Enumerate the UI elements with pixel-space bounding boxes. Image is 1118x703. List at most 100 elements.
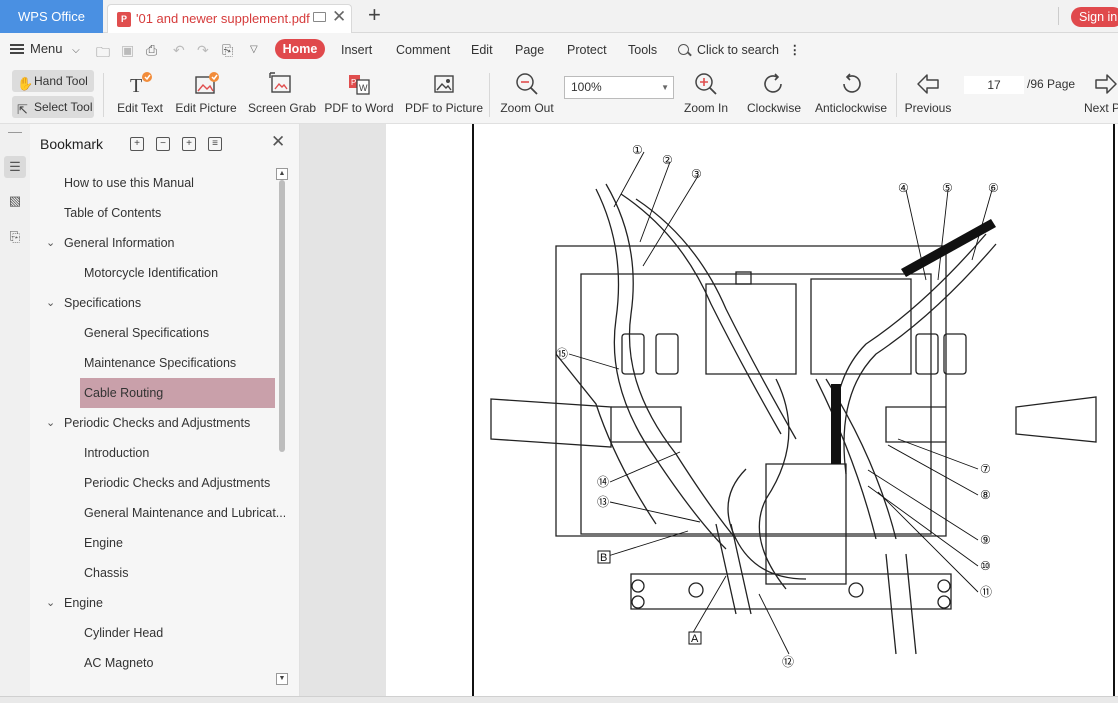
scrollbar[interactable]: ▲ ▼ [276,168,288,688]
bookmark-item[interactable]: AC Magneto [30,648,285,678]
svg-text:⑨: ⑨ [980,533,991,547]
bookmark-item-label: General Specifications [84,326,210,340]
main-menu-button[interactable]: Menu ⌵ [10,41,80,56]
scroll-down-icon[interactable]: ▼ [276,673,288,685]
save-icon[interactable]: ▣ [121,42,134,59]
bookmark-item-label: Periodic Checks and Adjustments [64,416,251,430]
edit-text-button[interactable]: T Edit Text [116,67,164,124]
cursor-icon: ⇱ [17,102,28,117]
bookmark-item[interactable]: ⌄ Periodic Checks and Adjustments [30,408,285,438]
hand-icon: ✋ [17,76,34,91]
bookmark-item[interactable]: ⌄ Specifications [30,288,285,318]
bookmark-item[interactable]: General Specifications [30,318,285,348]
bookmark-item[interactable]: Motorcycle Identification [30,258,285,288]
arrow-left-icon [904,67,952,101]
expand-all-icon[interactable]: + [130,137,144,151]
undo-icon[interactable]: ↶ [173,42,185,59]
bookmark-item-label: Periodic Checks and Adjustments [84,476,271,490]
bookmark-item[interactable]: Chassis [30,558,285,588]
bookmark-panel-icon[interactable]: ☰ [4,156,26,178]
tab-tools[interactable]: Tools [628,43,657,57]
bookmark-item[interactable]: Periodic Checks and Adjustments [30,468,285,498]
bookmark-item[interactable]: Cylinder Head [30,618,285,648]
pdf-to-picture-button[interactable]: PDF to Picture [405,67,483,124]
bookmark-item[interactable]: ⌄ General Information [30,228,285,258]
monitor-icon[interactable] [313,12,326,22]
tab-page[interactable]: Page [515,43,544,57]
pdf-page[interactable]: ① ② ③ ④ ⑤ ⑥ ⑦ ⑧ ⑨ ⑩ ⑪ ⑫ ⑬ ⑭ ⑮ B A [386,124,1118,696]
bookmark-tools: + − + ≡ [130,135,234,151]
document-tab[interactable]: P '01 and newer supplement.pdf ✕ [107,4,352,33]
rotate-anticlockwise-button[interactable]: Anticlockwise [813,67,889,124]
zoom-out-icon [498,67,556,101]
chevron-down-icon[interactable]: ⌄ [46,288,55,318]
svg-text:⑬: ⑬ [597,495,609,509]
open-folder-icon[interactable]: 🗀 [96,42,110,66]
redo-icon[interactable]: ↷ [197,42,209,59]
hamburger-icon [10,44,24,54]
close-tab-icon[interactable]: ✕ [332,7,346,27]
screen-grab-label: Screen Grab [248,101,317,115]
zoom-in-button[interactable]: Zoom In [682,67,730,124]
bookmark-item-label: Specifications [64,296,142,310]
scrollbar-thumb[interactable] [279,180,285,452]
tab-edit[interactable]: Edit [471,43,493,57]
next-page-button[interactable]: Next Pa [1082,67,1118,124]
more-options-icon[interactable]: ⋮ [788,43,801,57]
new-tab-button[interactable]: + [368,2,381,28]
bookmark-item-label: Cable Routing [84,386,164,400]
document-tab-title: '01 and newer supplement.pdf [136,11,310,26]
screen-grab-icon [248,67,314,101]
previous-label: Previous [904,101,952,115]
bookmark-item[interactable]: Engine [30,528,285,558]
more-quick-icon[interactable]: ▽ [250,44,258,55]
tab-comment[interactable]: Comment [396,43,450,57]
bookmark-item[interactable]: Cable Routing [80,378,275,408]
bookmark-item[interactable]: How to use this Manual [30,168,285,198]
bookmark-properties-icon[interactable]: ≡ [208,137,222,151]
bookmark-item[interactable]: Maintenance Specifications [30,348,285,378]
export-icon[interactable]: ⎘ [222,42,233,59]
bookmark-item-label: Engine [84,536,123,550]
sign-in-button[interactable]: Sign in [1071,7,1118,27]
anticlockwise-label: Anticlockwise [814,101,888,115]
search-button[interactable]: Click to search ⋮ [678,42,801,57]
thumbnail-panel-icon[interactable]: ▧ [4,190,26,212]
bookmark-item-label: General Information [64,236,175,250]
bookmark-item[interactable]: Introduction [30,438,285,468]
bookmark-item[interactable]: General Maintenance and Lubricat... [30,498,285,528]
scroll-up-icon[interactable]: ▲ [276,168,288,180]
edit-picture-button[interactable]: Edit Picture [175,67,237,124]
print-icon[interactable]: ⎙ [146,42,157,59]
page-number-input[interactable]: 17 [964,76,1024,94]
bookmark-item[interactable]: Table of Contents [30,198,285,228]
side-panel-strip: ☰ ▧ ⎘ [0,124,30,703]
status-bar [0,696,1118,703]
annotation-panel-icon[interactable]: ⎘ [4,226,26,248]
tab-insert[interactable]: Insert [341,43,372,57]
screen-grab-button[interactable]: Screen Grab [248,67,317,124]
chevron-down-icon[interactable]: ⌄ [46,408,55,438]
bookmark-item[interactable]: ⌄ Engine [30,588,285,618]
close-panel-icon[interactable]: ✕ [271,132,285,152]
document-canvas[interactable]: ① ② ③ ④ ⑤ ⑥ ⑦ ⑧ ⑨ ⑩ ⑪ ⑫ ⑬ ⑭ ⑮ B A [300,124,1118,696]
tab-protect[interactable]: Protect [567,43,607,57]
pdf-to-word-button[interactable]: PW PDF to Word [324,67,394,124]
bookmark-item-label: Engine [64,596,103,610]
select-tool-button[interactable]: ⇱ Select Tool [12,96,94,118]
app-tab[interactable]: WPS Office [0,0,103,33]
divider [489,73,490,117]
divider [8,132,22,133]
zoom-out-button[interactable]: Zoom Out [498,67,556,124]
collapse-all-icon[interactable]: − [156,137,170,151]
hand-tool-button[interactable]: ✋ Hand Tool [12,70,94,92]
rotate-clockwise-button[interactable]: Clockwise [745,67,803,124]
previous-page-button[interactable]: Previous [904,67,952,124]
search-icon [678,44,689,55]
zoom-level-select[interactable]: 100% ▼ [564,76,674,99]
chevron-down-icon[interactable]: ⌄ [46,588,55,618]
tab-home[interactable]: Home [275,39,325,59]
rotate-anticlockwise-icon [813,67,889,101]
add-bookmark-icon[interactable]: + [182,137,196,151]
chevron-down-icon[interactable]: ⌄ [46,228,55,258]
